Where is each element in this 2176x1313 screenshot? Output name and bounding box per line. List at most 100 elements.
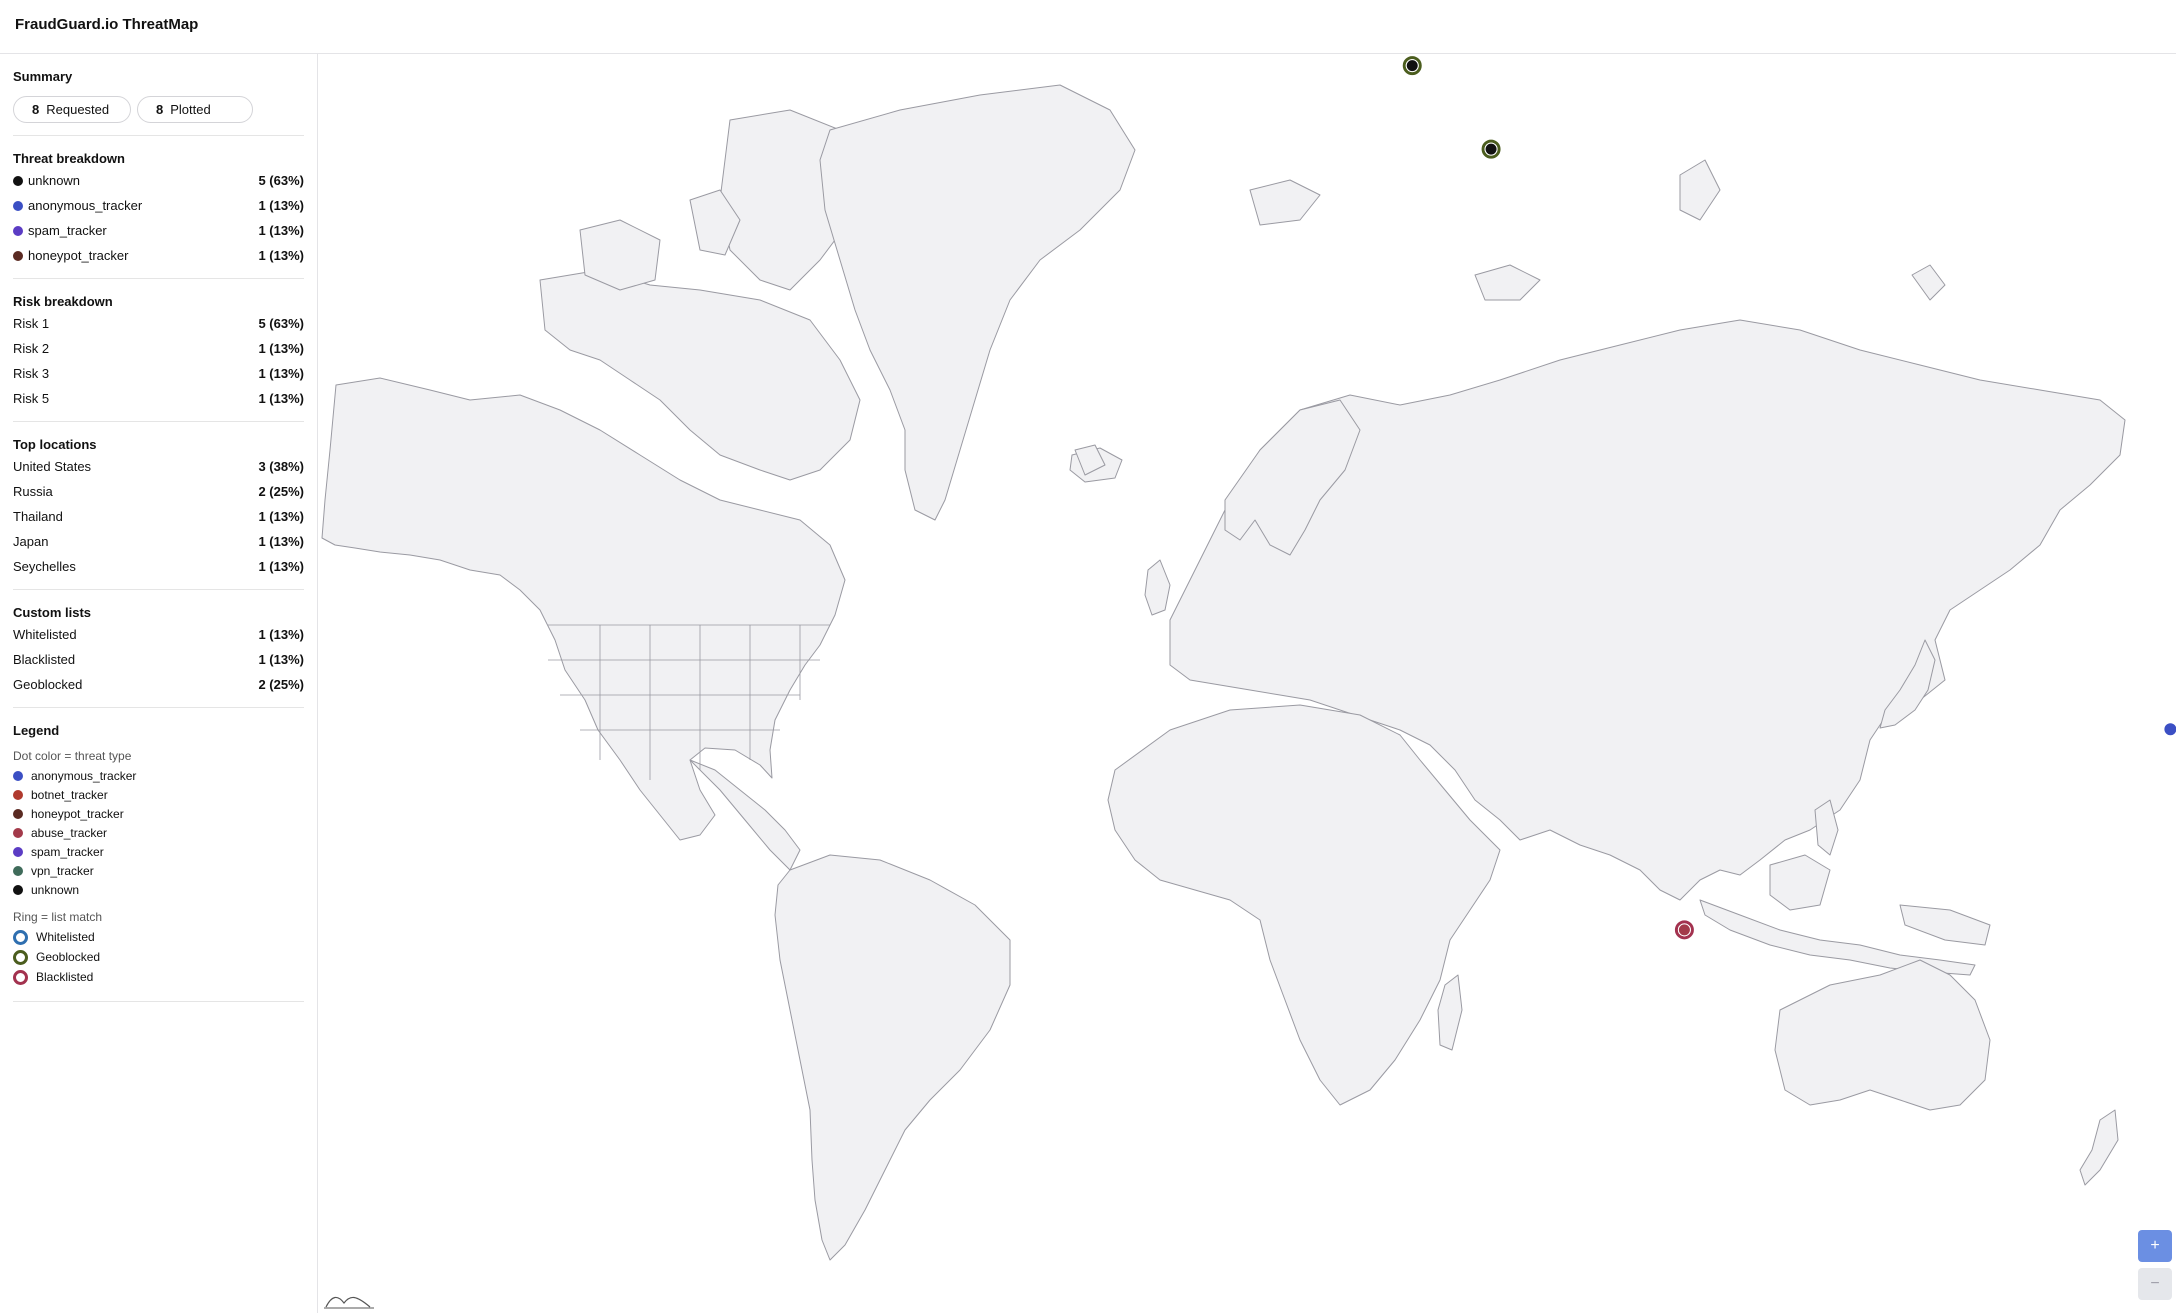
map-marker-seychelles[interactable]	[1674, 920, 1694, 940]
threat-dot-icon	[13, 175, 23, 186]
risk-row: Risk 2 1 (13%)	[13, 336, 304, 361]
plotted-pill[interactable]: 8 Plotted	[137, 96, 253, 123]
risk-label: Risk 3	[13, 366, 50, 381]
location-label: Japan	[13, 534, 49, 549]
threat-dot-icon	[13, 225, 23, 236]
map-marker-thailand[interactable]	[2163, 722, 2176, 737]
risk-label: Risk 1	[13, 316, 50, 331]
marker-dot	[1484, 142, 1498, 156]
threat-dot-icon	[13, 200, 23, 211]
legend-dot-icon	[13, 884, 23, 895]
requested-label: Requested	[46, 102, 110, 117]
custom-list-row: Geoblocked 2 (25%)	[13, 672, 304, 697]
location-row: Seychelles 1 (13%)	[13, 554, 304, 579]
custom-list-label: Geoblocked	[13, 677, 83, 692]
zoom-out-button[interactable]: −	[2138, 1268, 2172, 1300]
location-label: Russia	[13, 484, 53, 499]
risk-value: 1 (13%)	[258, 341, 304, 356]
legend-dot-icon	[13, 808, 23, 819]
threat-row: honeypot_tracker 1 (13%)	[13, 243, 304, 268]
location-value: 3 (38%)	[258, 459, 304, 474]
top-locations-section: Top locations United States 3 (38%) Russ…	[13, 422, 304, 590]
landmass-arctic-island	[1474, 264, 1541, 301]
landmass-uk	[1144, 559, 1171, 616]
custom-list-value: 1 (13%)	[258, 652, 304, 667]
legend-dot-label: spam_tracker	[31, 844, 104, 859]
location-value: 2 (25%)	[258, 484, 304, 499]
risk-row: Risk 1 5 (63%)	[13, 311, 304, 336]
legend-dot-icon	[13, 789, 23, 800]
top-bar: FraudGuard.io ThreatMap	[0, 0, 2176, 54]
legend-ring-item: Geoblocked	[13, 947, 304, 967]
risk-label: Risk 5	[13, 391, 50, 406]
legend-ring-icon	[13, 949, 28, 965]
custom-list-value: 1 (13%)	[258, 627, 304, 642]
marker-dot	[2163, 722, 2176, 737]
custom-list-value: 2 (25%)	[258, 677, 304, 692]
risk-value: 1 (13%)	[258, 366, 304, 381]
legend-dot-icon	[13, 865, 23, 876]
legend-dot-label: honeypot_tracker	[31, 806, 124, 821]
summary-section: Summary 8 Requested 8 Plotted	[13, 54, 304, 136]
threat-label: spam_tracker	[28, 223, 107, 238]
threat-label: unknown	[28, 173, 81, 188]
app-title: FraudGuard.io ThreatMap	[15, 16, 199, 33]
legend-dot-item: anonymous_tracker	[13, 766, 304, 785]
location-label: Seychelles	[13, 559, 76, 574]
location-row: United States 3 (38%)	[13, 454, 304, 479]
legend-dot-icon	[13, 770, 23, 781]
plotted-count: 8	[156, 102, 164, 117]
legend-title: Legend	[13, 723, 60, 738]
legend-ring-icon	[13, 929, 28, 945]
custom-list-label: Blacklisted	[13, 652, 76, 667]
legend-dot-label: unknown	[31, 882, 80, 897]
legend-ring-label: Whitelisted	[36, 930, 95, 944]
location-label: United States	[13, 459, 92, 474]
zoom-in-button[interactable]: +	[2138, 1230, 2172, 1262]
location-value: 1 (13%)	[258, 559, 304, 574]
marker-dot	[1677, 923, 1691, 937]
risk-label: Risk 2	[13, 341, 50, 356]
landmass-arctic-island	[1249, 179, 1321, 226]
landmass-madagascar	[1437, 974, 1463, 1051]
world-map-svg[interactable]	[319, 55, 2176, 1313]
legend-ring-label: Blacklisted	[36, 970, 94, 984]
location-row: Japan 1 (13%)	[13, 529, 304, 554]
risk-row: Risk 3 1 (13%)	[13, 361, 304, 386]
location-row: Russia 2 (25%)	[13, 479, 304, 504]
landmass-new-zealand	[2079, 1109, 2119, 1186]
legend-ring-icon	[13, 969, 28, 985]
threat-label: honeypot_tracker	[28, 248, 129, 263]
landmass-new-guinea	[1899, 904, 1991, 946]
map-marker-russia[interactable]	[1481, 139, 1501, 159]
world-map[interactable]	[319, 55, 2176, 1313]
threat-value: 5 (63%)	[258, 173, 304, 188]
location-value: 1 (13%)	[258, 534, 304, 549]
sidebar: Summary 8 Requested 8 Plotted Threat bre…	[0, 54, 318, 1313]
legend-dot-label: botnet_tracker	[31, 787, 108, 802]
location-label: Thailand	[13, 509, 63, 524]
risk-row: Risk 5 1 (13%)	[13, 386, 304, 411]
custom-lists-section: Custom lists Whitelisted 1 (13%) Blackli…	[13, 590, 304, 708]
legend-dot-icon	[13, 846, 23, 857]
landmass-south-america	[774, 854, 1011, 1261]
marker-dot	[1405, 59, 1419, 73]
risk-value: 5 (63%)	[258, 316, 304, 331]
map-marker-russia[interactable]	[1402, 56, 1422, 76]
legend-dot-label: anonymous_tracker	[31, 768, 137, 783]
threat-breakdown-section: Threat breakdown unknown 5 (63%) anonymo…	[13, 136, 304, 279]
risk-breakdown-title: Risk breakdown	[13, 294, 113, 309]
threat-value: 1 (13%)	[258, 198, 304, 213]
requested-pill[interactable]: 8 Requested	[13, 96, 131, 123]
legend-dot-caption: Dot color = threat type	[13, 749, 132, 763]
risk-value: 1 (13%)	[258, 391, 304, 406]
legend-section: Legend Dot color = threat type anonymous…	[13, 708, 304, 1002]
legend-ring-label: Geoblocked	[36, 950, 101, 964]
legend-ring-item: Blacklisted	[13, 967, 304, 987]
legend-dot-item: vpn_tracker	[13, 861, 304, 880]
requested-count: 8	[32, 102, 40, 117]
legend-dot-label: vpn_tracker	[31, 863, 94, 878]
landmass-borneo	[1769, 854, 1831, 911]
plotted-label: Plotted	[170, 102, 211, 117]
threat-label: anonymous_tracker	[28, 198, 143, 213]
